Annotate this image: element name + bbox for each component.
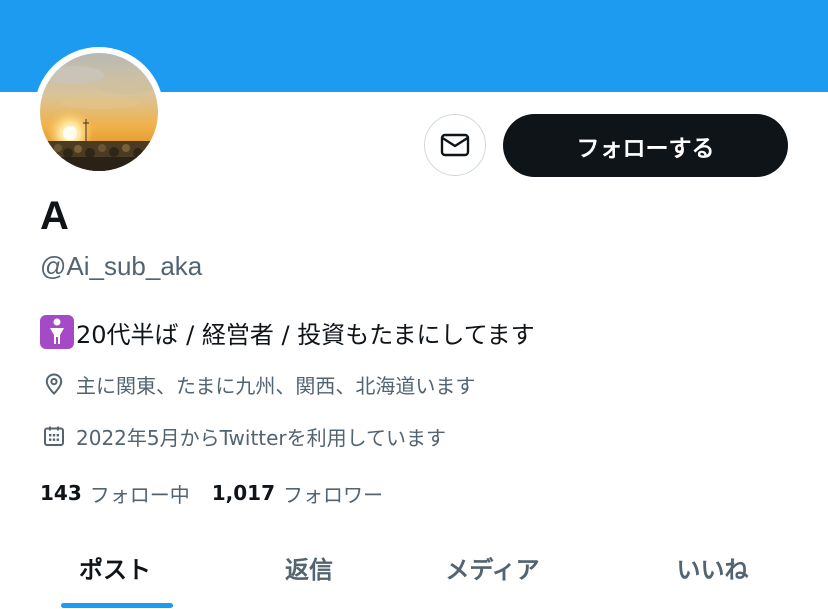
envelope-icon [440,133,470,157]
profile-page: フォローする A @Ai_sub_aka 20代半ば / 経営者 / 投資もたま… [0,0,828,609]
joined-text: 2022年5月からTwitterを利用しています [76,425,447,450]
display-name: A [40,194,69,238]
followers-link[interactable]: 1,017 フォロワー [212,479,383,508]
location-pin-icon [45,373,63,395]
avatar-border [34,47,164,177]
tab-replies[interactable]: 返信 [244,537,374,597]
message-button[interactable] [424,114,486,176]
following-count: 143 [40,481,82,505]
avatar-sunset-photo [40,53,158,171]
tab-posts[interactable]: ポスト [40,537,190,597]
following-link[interactable]: 143 フォロー中 [40,479,190,508]
location-row: 主に関東、たまに九州、関西、北海道います [42,369,475,399]
joined-row: 2022年5月からTwitterを利用しています [42,421,446,451]
follow-stats: 143 フォロー中 1,017 フォロワー [40,478,405,508]
avatar[interactable] [40,53,158,171]
tab-media[interactable]: メディア [420,537,565,597]
follow-button-label: フォローする [576,135,715,162]
profile-tabs: ポスト 返信 メディア いいね [0,537,828,609]
active-tab-indicator [61,603,173,608]
bio: 20代半ば / 経営者 / 投資もたまにしてます [40,314,535,350]
following-label: フォロー中 [89,482,190,507]
followers-count: 1,017 [211,481,276,505]
person-standing-emoji [40,315,74,349]
location-text: 主に関東、たまに九州、関西、北海道います [76,373,476,398]
tab-likes[interactable]: いいね [640,537,785,597]
bio-text: 20代半ば / 経営者 / 投資もたまにしてます [76,320,535,349]
user-handle: @Ai_sub_aka [40,251,203,281]
calendar-icon [44,426,64,446]
followers-label: フォロワー [283,482,384,507]
follow-button[interactable]: フォローする [503,114,788,177]
